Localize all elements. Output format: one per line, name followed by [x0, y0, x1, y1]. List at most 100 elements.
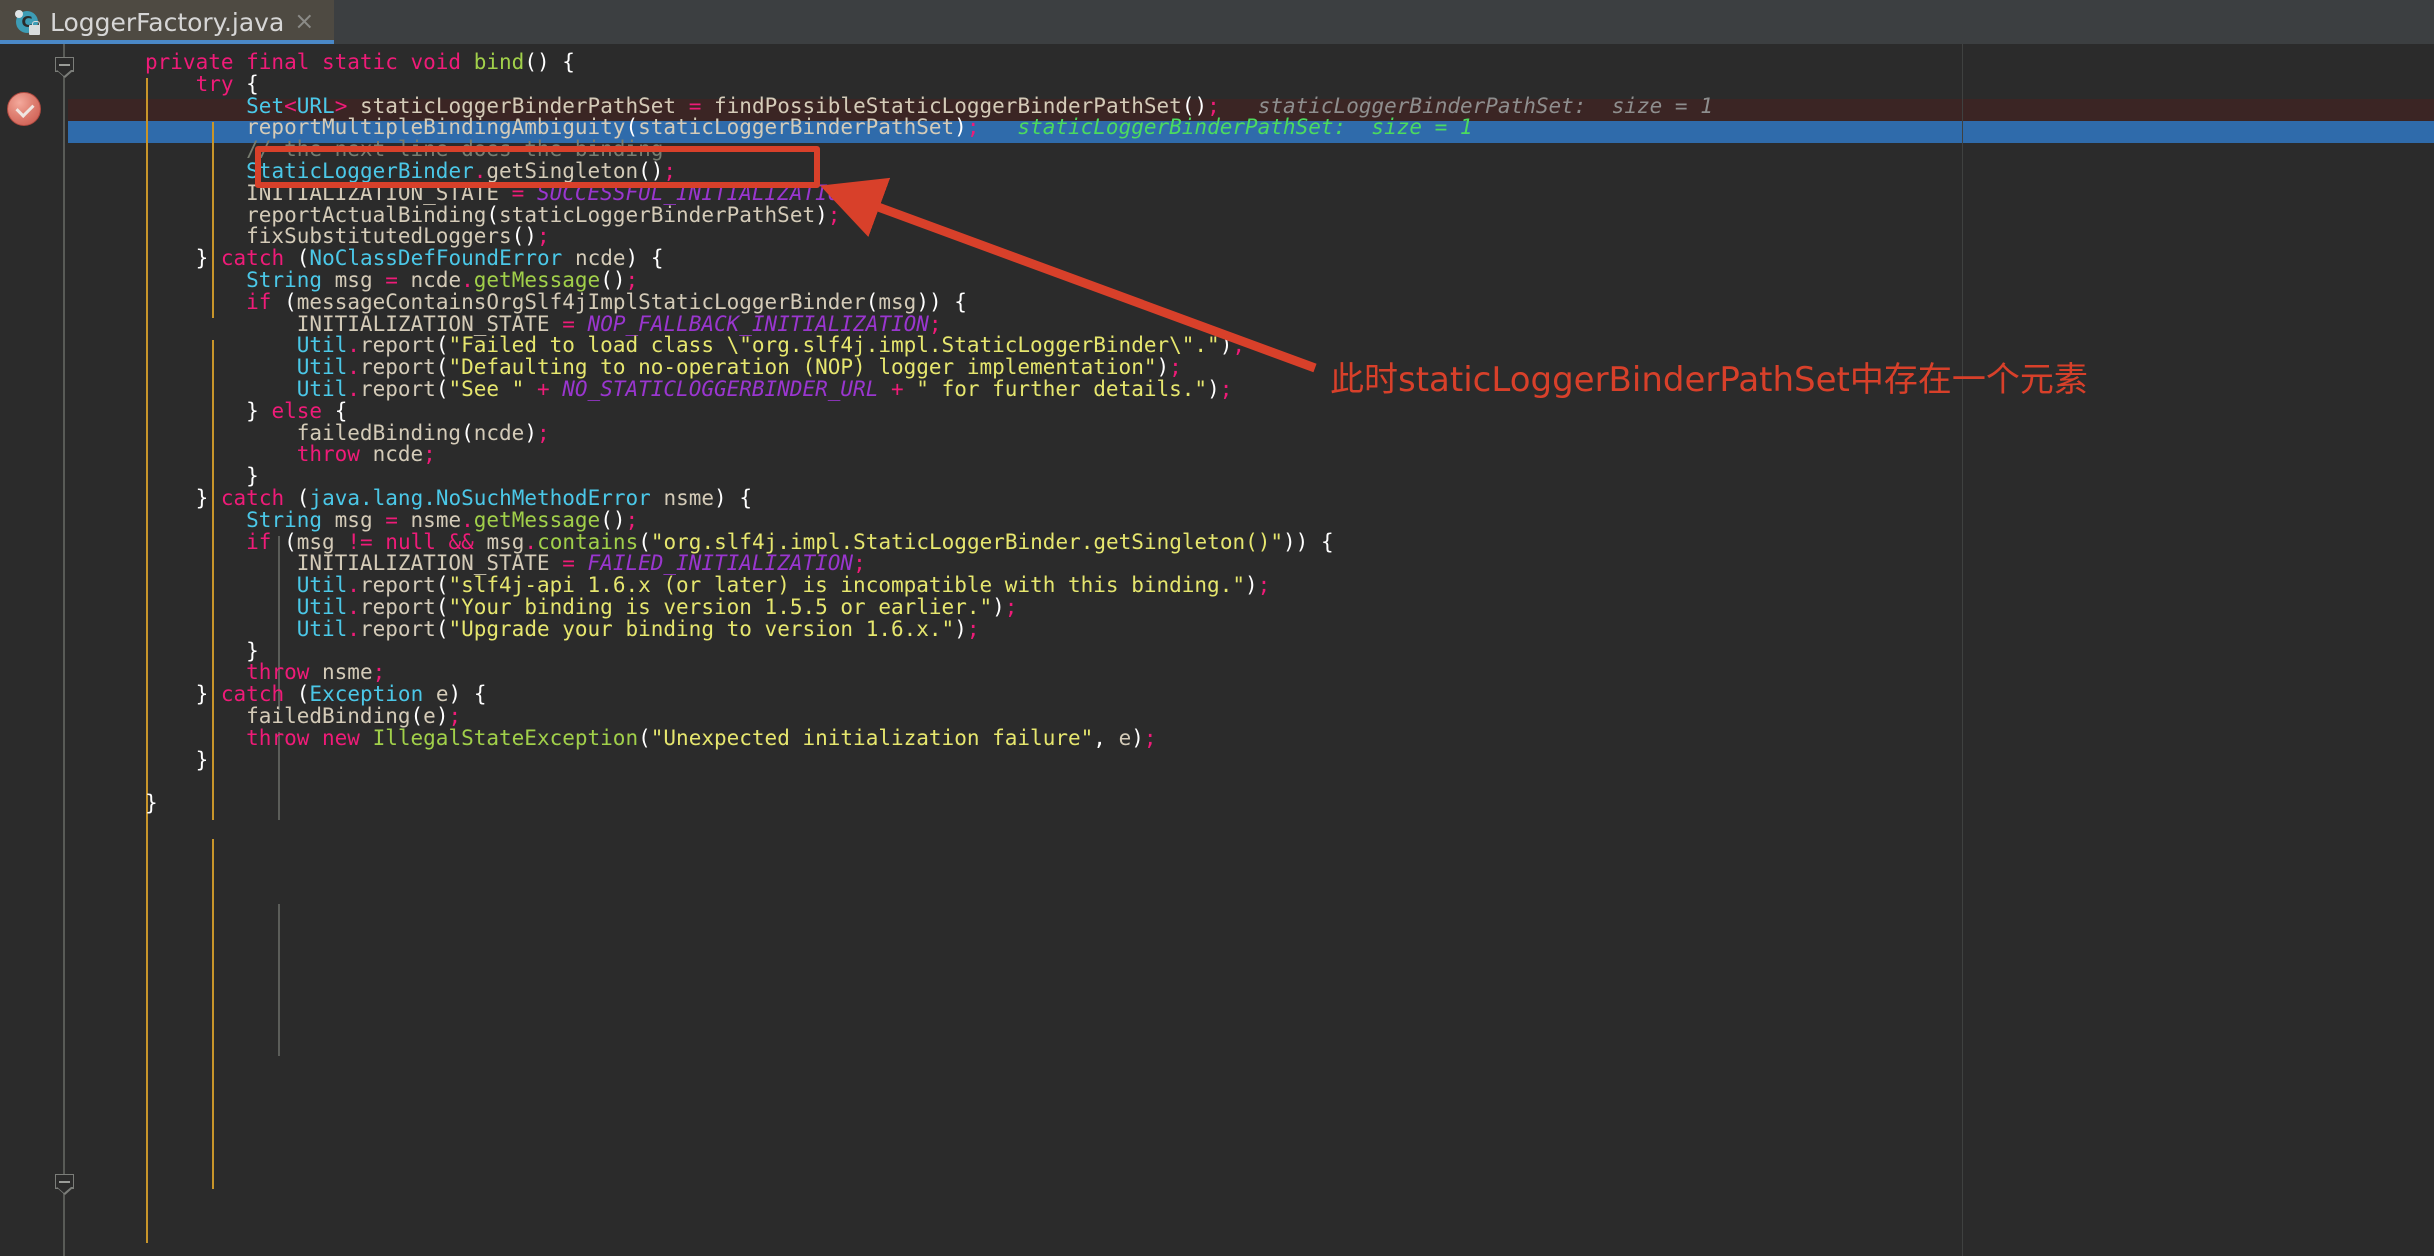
debug-inline-value: staticLoggerBinderPathSet: size = 1 — [1257, 93, 1713, 118]
code-token: e — [1118, 725, 1132, 750]
code-token: ; — [1004, 595, 1018, 619]
code-token: ) — [954, 616, 967, 641]
code-token: ; — [966, 115, 980, 140]
code-line: } catch (java.lang.NoSuchMethodError nsm… — [145, 486, 752, 510]
tab-logger-factory-java[interactable]: C LoggerFactory.java × — [0, 0, 334, 44]
code-token: msg — [322, 268, 386, 292]
code-token: ; — [536, 420, 550, 445]
code-token: Util — [296, 616, 348, 641]
code-line: } else { — [145, 399, 347, 423]
code-token: catch — [220, 682, 285, 707]
code-content[interactable]: private final static void bind() { try {… — [0, 44, 2434, 1256]
code-token: ; — [625, 268, 639, 292]
code-token: report — [359, 616, 436, 641]
code-token: ) — [1244, 573, 1258, 598]
code-line: if (messageContainsOrgSlf4jImplStaticLog… — [145, 289, 967, 314]
code-token: nsme — [650, 486, 715, 510]
code-token: ) — [448, 682, 462, 707]
code-token: ; — [1143, 725, 1157, 750]
code-line: try { — [145, 72, 259, 96]
code-line: throw new IllegalStateException("Unexpec… — [145, 725, 1157, 750]
code-line: private final static void bind() { — [145, 50, 575, 74]
code-line: fixSubstitutedLoggers(); — [145, 224, 550, 249]
code-line: Util.report("slf4j-api 1.6.x (or later) … — [145, 573, 1271, 598]
code-token: failedBinding — [145, 420, 462, 445]
code-token: NO_STATICLOGGERBINDER_URL — [562, 377, 879, 401]
code-token: + — [524, 377, 563, 401]
code-line: throw nsme; — [145, 661, 385, 684]
code-token: ) — [1156, 355, 1170, 380]
code-token: e — [423, 704, 436, 728]
code-token: ( — [435, 355, 449, 380]
code-token: { — [562, 50, 575, 74]
code-token: ncde — [397, 268, 462, 292]
code-token: ) — [954, 115, 967, 140]
code-token: . — [461, 268, 474, 292]
code-token: { — [1320, 529, 1334, 554]
code-editor[interactable]: private final static void bind() { try {… — [0, 44, 2434, 1256]
code-token: "See " — [448, 377, 525, 401]
code-token: NOP_FALLBACK_INITIALIZATION — [587, 311, 929, 336]
code-token: ; — [625, 507, 639, 532]
code-token: String — [246, 268, 323, 292]
code-line: INITIALIZATION_STATE = SUCCESSFUL_INITIA… — [145, 180, 866, 205]
code-token: java.lang.NoSuchMethodError — [309, 486, 651, 510]
code-token: "Upgrade your binding to version 1.6.x." — [448, 616, 955, 641]
code-token: . — [461, 507, 474, 532]
code-token: nsme — [397, 507, 462, 532]
code-token: ncde — [359, 442, 424, 467]
code-token: . — [347, 595, 360, 619]
code-token: Util — [296, 355, 348, 380]
code-token: () — [524, 50, 550, 74]
code-token: . — [473, 159, 487, 183]
code-token: msg — [473, 529, 525, 554]
code-token: ; — [536, 224, 550, 249]
code-token: } — [195, 747, 209, 772]
code-token: msg — [296, 529, 348, 554]
code-token: SUCCESSFUL_INITIALIZATION — [536, 180, 854, 205]
code-token: . — [347, 377, 360, 401]
code-line: Set<URL> staticLoggerBinderPathSet = fin… — [145, 93, 1713, 118]
code-line: } — [145, 792, 158, 815]
code-token: ( — [625, 115, 639, 140]
code-line: } — [145, 464, 259, 489]
code-token: } — [246, 638, 259, 663]
code-token: contains — [537, 529, 639, 554]
code-token: NoClassDefFoundError — [309, 246, 563, 271]
code-token: ; — [1257, 573, 1271, 598]
code-line: String msg = ncde.getMessage(); — [145, 268, 639, 292]
close-icon[interactable]: × — [294, 9, 314, 36]
code-token: ; — [827, 202, 841, 227]
code-token: "Unexpected initialization failure" — [650, 725, 1094, 750]
code-token: ; — [448, 704, 462, 728]
code-token: < — [284, 93, 297, 118]
code-token: "org.slf4j.impl.StaticLoggerBinder.getSi… — [650, 529, 1284, 554]
code-token: ( — [865, 289, 879, 314]
code-token: fixSubstitutedLoggers — [145, 224, 512, 249]
code-token: ( — [638, 725, 651, 750]
code-token: ) — [1219, 333, 1233, 358]
code-token: } — [246, 464, 259, 489]
code-token: ( — [284, 289, 297, 314]
code-token: ; — [1232, 333, 1246, 358]
code-token: { — [739, 486, 752, 510]
code-token: Set — [246, 93, 285, 118]
code-token: StaticLoggerBinder — [246, 159, 474, 183]
code-token: throw new — [246, 725, 373, 750]
code-token: URL — [296, 93, 335, 118]
code-token: INITIALIZATION_STATE — [145, 551, 563, 576]
